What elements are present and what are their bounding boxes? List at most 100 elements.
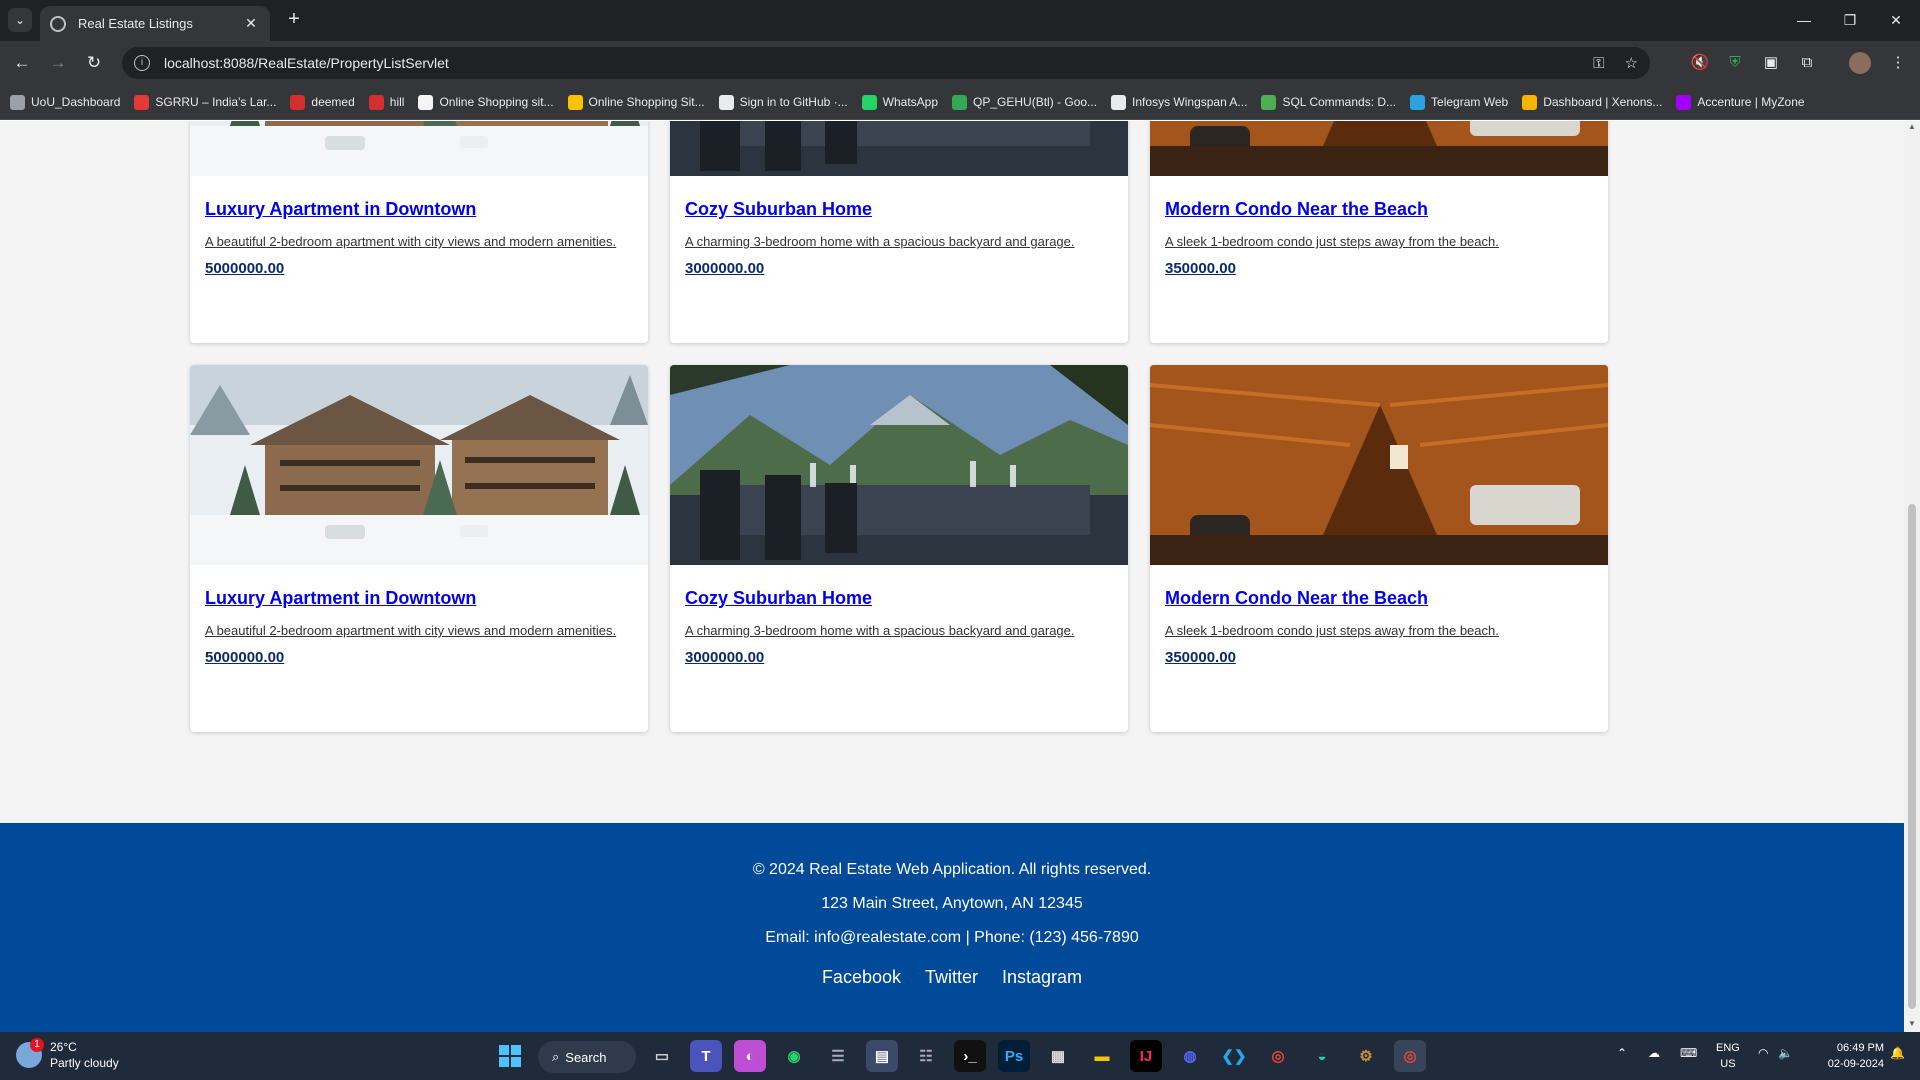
taskbar-search[interactable]: ⌕ Search [538, 1041, 636, 1073]
show-hidden-icons-chevron-icon[interactable]: ⌃ [1617, 1046, 1627, 1060]
facebook-link[interactable]: Facebook [822, 967, 901, 988]
bookmark-item[interactable]: deemed [290, 94, 355, 110]
settings-gear-icon[interactable]: ⚙ [1350, 1040, 1382, 1072]
reload-icon[interactable]: ↻ [82, 51, 106, 75]
bookmark-item[interactable]: Dashboard | Xenons... [1522, 94, 1662, 110]
microsoft-store-icon[interactable]: ▦ [1042, 1040, 1074, 1072]
shield-extension-icon[interactable]: ⛨ [1725, 53, 1745, 73]
keyboard-icon[interactable]: ⌨ [1680, 1046, 1697, 1060]
intellij-icon[interactable]: IJ [1130, 1040, 1162, 1072]
weather-widget[interactable]: 1 26°C Partly cloudy [16, 1038, 119, 1071]
twitter-link[interactable]: Twitter [925, 967, 978, 988]
vscode-icon[interactable]: ❮❯ [1218, 1040, 1250, 1072]
address-bar[interactable]: i localhost:8088/RealEstate/PropertyList… [122, 47, 1650, 79]
page-scrollbar[interactable]: ▲ ▼ [1904, 121, 1920, 1032]
property-description-link[interactable]: A beautiful 2-bedroom apartment with cit… [205, 234, 633, 250]
close-tab-icon[interactable]: ✕ [242, 15, 260, 32]
property-price-link[interactable]: 3000000.00 [685, 649, 1113, 666]
onedrive-cloud-icon[interactable]: ☁ [1648, 1046, 1660, 1060]
property-title-link[interactable]: Cozy Suburban Home [685, 199, 1113, 220]
bookmark-star-icon[interactable]: ☆ [1625, 54, 1638, 72]
bookmark-item[interactable]: Telegram Web [1410, 94, 1509, 110]
copilot-icon[interactable]: ◐ [734, 1040, 766, 1072]
property-description-link[interactable]: A charming 3-bedroom home with a spaciou… [685, 234, 1113, 250]
weather-icon: 1 [16, 1038, 44, 1068]
property-price-link[interactable]: 5000000.00 [205, 649, 633, 666]
bookmark-item[interactable]: Accenture | MyZone [1676, 94, 1805, 110]
file-explorer-icon[interactable]: ▬ [1086, 1040, 1118, 1072]
property-price-link[interactable]: 350000.00 [1165, 649, 1593, 666]
app-icon[interactable]: ▤ [866, 1040, 898, 1072]
minimize-icon[interactable]: — [1784, 6, 1824, 34]
database-app-icon[interactable]: ☰ [822, 1040, 854, 1072]
bookmark-item[interactable]: WhatsApp [861, 94, 938, 110]
chrome-active-icon[interactable]: ◎ [1394, 1040, 1426, 1072]
property-title-link[interactable]: Luxury Apartment in Downtown [205, 199, 633, 220]
terminal-icon[interactable]: ›_ [954, 1040, 986, 1072]
extension-icon[interactable]: ▣ [1761, 53, 1781, 73]
property-price-link[interactable]: 350000.00 [1165, 260, 1593, 277]
muted-speaker-icon[interactable]: 🔇 [1690, 53, 1710, 73]
notification-badge: 1 [30, 1038, 44, 1052]
notification-bell-icon[interactable]: 🔔 [1890, 1046, 1905, 1060]
restore-icon[interactable]: ❐ [1830, 6, 1870, 34]
browser-menu-icon[interactable]: ⋮ [1888, 53, 1908, 73]
bookmark-label: Telegram Web [1431, 95, 1509, 109]
property-title-link[interactable]: Luxury Apartment in Downtown [205, 588, 633, 609]
instagram-link[interactable]: Instagram [1002, 967, 1082, 988]
sql-tool-icon[interactable]: ☷ [910, 1040, 942, 1072]
property-image[interactable] [190, 121, 648, 176]
tab-search-button[interactable]: ⌄ [8, 8, 32, 32]
password-key-icon[interactable]: ⚿ [1593, 55, 1604, 72]
extensions-puzzle-icon[interactable]: ⧉ [1797, 53, 1817, 73]
bookmark-item[interactable]: hill [368, 94, 404, 110]
site-info-icon[interactable]: i [134, 55, 150, 71]
address-bar-url[interactable]: localhost:8088/RealEstate/PropertyListSe… [164, 55, 1573, 71]
property-title-link[interactable]: Modern Condo Near the Beach [1165, 199, 1593, 220]
scroll-up-arrow-icon[interactable]: ▲ [1908, 123, 1916, 131]
windows-start-icon[interactable] [494, 1040, 526, 1072]
property-price-link[interactable]: 3000000.00 [685, 260, 1113, 277]
property-card: Cozy Suburban Home A charming 3-bedroom h… [670, 365, 1128, 732]
property-image[interactable] [670, 365, 1128, 565]
bookmark-item[interactable]: Sign in to GitHub ·... [718, 94, 848, 110]
property-description-link[interactable]: A sleek 1-bedroom condo just steps away … [1165, 234, 1593, 250]
property-title-link[interactable]: Modern Condo Near the Beach [1165, 588, 1593, 609]
back-arrow-icon[interactable]: ← [10, 51, 34, 75]
property-description-link[interactable]: A charming 3-bedroom home with a spaciou… [685, 623, 1113, 639]
language-indicator[interactable]: ENG US [1716, 1040, 1740, 1072]
scroll-down-arrow-icon[interactable]: ▼ [1908, 1020, 1916, 1028]
chrome-icon[interactable]: ◎ [1262, 1040, 1294, 1072]
scrollbar-thumb[interactable] [1908, 504, 1916, 1009]
system-clock[interactable]: 06:49 PM 02-09-2024 [1806, 1040, 1884, 1072]
property-description-link[interactable]: A sleek 1-bedroom condo just steps away … [1165, 623, 1593, 639]
profile-avatar[interactable] [1849, 52, 1871, 74]
bookmark-item[interactable]: UoU_Dashboard [10, 94, 120, 110]
discord-icon[interactable]: ◍ [1174, 1040, 1206, 1072]
property-image[interactable] [670, 121, 1128, 176]
property-image[interactable] [1150, 121, 1608, 176]
property-title-link[interactable]: Cozy Suburban Home [685, 588, 1113, 609]
bookmark-item[interactable]: Infosys Wingspan A... [1111, 94, 1247, 110]
browser-tab-active[interactable]: Real Estate Listings ✕ [40, 6, 270, 41]
new-tab-button[interactable]: + [282, 8, 306, 32]
task-view-icon[interactable]: ▭ [646, 1040, 678, 1072]
property-description-link[interactable]: A beautiful 2-bedroom apartment with cit… [205, 623, 633, 639]
whatsapp-icon[interactable]: ◉ [778, 1040, 810, 1072]
bookmark-item[interactable]: SQL Commands: D... [1261, 94, 1396, 110]
close-window-icon[interactable]: ✕ [1876, 6, 1916, 34]
bookmark-item[interactable]: SGRRU – India's Lar... [134, 94, 276, 110]
teams-icon[interactable]: T [690, 1040, 722, 1072]
bookmark-favicon-icon [1111, 94, 1127, 110]
bookmark-item[interactable]: QP_GEHU(Btl) - Goo... [952, 94, 1097, 110]
volume-icon[interactable]: 🔈 [1778, 1046, 1793, 1060]
wifi-icon[interactable]: ◠ [1758, 1046, 1768, 1060]
property-price-link[interactable]: 5000000.00 [205, 260, 633, 277]
bookmark-item[interactable]: Online Shopping Sit... [567, 94, 705, 110]
property-image[interactable] [190, 365, 648, 565]
bookmark-item[interactable]: Online Shopping sit... [418, 94, 554, 110]
edge-icon[interactable]: ◒ [1306, 1040, 1338, 1072]
property-image[interactable] [1150, 365, 1608, 565]
photoshop-icon[interactable]: Ps [998, 1040, 1030, 1072]
forward-arrow-icon[interactable]: → [46, 51, 70, 75]
